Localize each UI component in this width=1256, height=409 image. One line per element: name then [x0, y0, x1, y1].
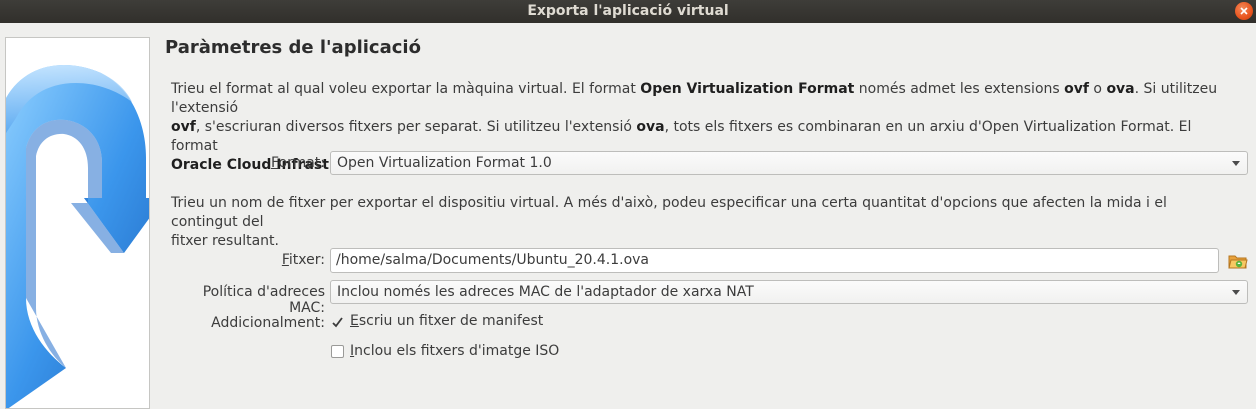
- emphasis-text: ova: [1106, 81, 1135, 97]
- manifest-checkbox[interactable]: [331, 316, 344, 329]
- chevron-down-icon: [1232, 161, 1240, 166]
- file-description: Trieu un nom de fitxer per exportar el d…: [171, 194, 1231, 251]
- iso-checkbox[interactable]: [331, 345, 344, 358]
- description-text: Trieu el format al qual voleu exportar l…: [171, 81, 641, 97]
- format-description-line: Trieu el format al qual voleu exportar l…: [171, 80, 1231, 118]
- export-arrow-icon: [6, 65, 149, 408]
- description-text: , s'escriuran diversos fitxers per separ…: [195, 119, 637, 135]
- browse-button[interactable]: [1228, 251, 1248, 271]
- iso-checkbox-label[interactable]: Inclou els fitxers d'imatge ISO: [350, 343, 559, 359]
- file-label-text: itxer:: [288, 252, 325, 268]
- format-label: Format:: [170, 155, 325, 171]
- close-icon: [1240, 7, 1248, 15]
- file-description-line: Trieu un nom de fitxer per exportar el d…: [171, 195, 1167, 230]
- chevron-down-icon: [1232, 290, 1240, 295]
- emphasis-text: ovf: [171, 119, 196, 135]
- manifest-checkbox-label[interactable]: Escriu un fitxer de manifest: [350, 313, 543, 329]
- format-select-value: Open Virtualization Format 1.0: [337, 155, 552, 171]
- description-text: només admet les extensions: [854, 81, 1065, 97]
- format-label-text: ormat:: [278, 155, 326, 171]
- manifest-text: scriu un fitxer de manifest: [358, 313, 544, 329]
- file-path-input[interactable]: /home/salma/Documents/Ubuntu_20.4.1.ova: [330, 248, 1219, 273]
- folder-open-icon: [1228, 255, 1248, 269]
- format-select[interactable]: Open Virtualization Format 1.0: [330, 151, 1248, 175]
- close-button[interactable]: [1235, 2, 1253, 20]
- manifest-mnemonic: E: [350, 313, 359, 329]
- file-label-mnemonic: F: [281, 252, 289, 268]
- additional-label: Addicionalment:: [211, 315, 325, 331]
- emphasis-text: ovf: [1064, 81, 1089, 97]
- description-text: o: [1088, 81, 1107, 97]
- mac-policy-value: Inclou només les adreces MAC de l'adapta…: [337, 284, 754, 300]
- window-titlebar[interactable]: Exporta l'aplicació virtual: [0, 0, 1256, 23]
- iso-text: nclou els fitxers d'imatge ISO: [354, 343, 560, 359]
- emphasis-text: Open Virtualization Format: [640, 81, 855, 97]
- checkmark-icon: [332, 317, 343, 328]
- format-label-mnemonic: F: [270, 155, 279, 171]
- file-label: Fitxer:: [170, 252, 325, 268]
- page-title: Paràmetres de l'aplicació: [165, 37, 421, 58]
- mac-policy-select[interactable]: Inclou només les adreces MAC de l'adapta…: [330, 280, 1248, 304]
- window-title: Exporta l'aplicació virtual: [527, 3, 729, 19]
- emphasis-text: ova: [636, 119, 665, 135]
- mac-policy-label: Política d'adreces MAC:: [202, 284, 325, 316]
- wizard-side-image: [5, 37, 150, 409]
